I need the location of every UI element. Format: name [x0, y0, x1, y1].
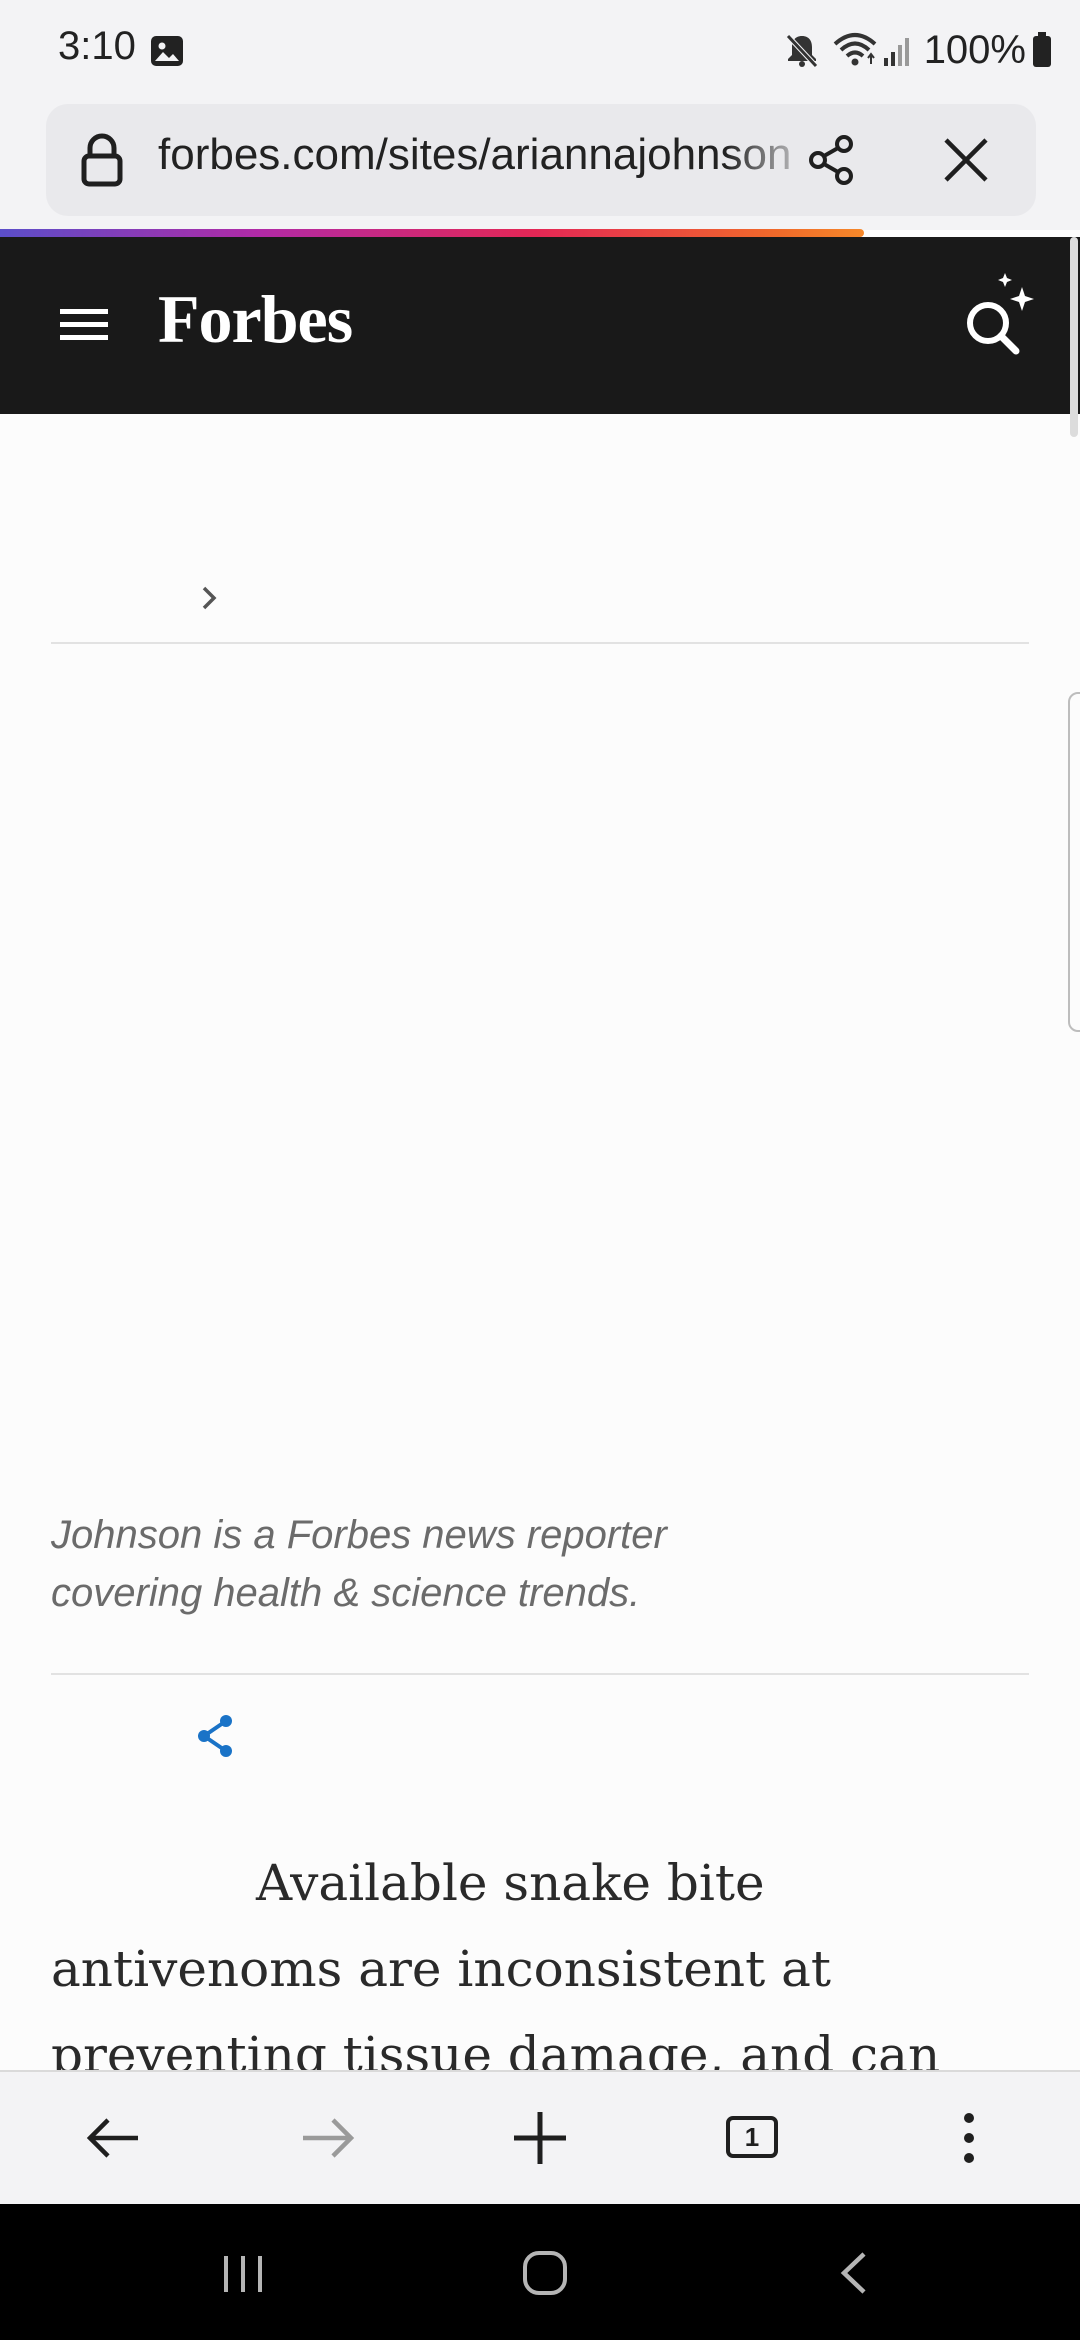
system-back-icon[interactable]: [830, 2248, 880, 2303]
chevron-right-icon[interactable]: [198, 580, 222, 621]
site-logo[interactable]: Forbes: [158, 280, 353, 359]
tabs-button[interactable]: 1: [726, 2116, 778, 2158]
status-time: 3:10: [58, 24, 136, 68]
status-bar: 3:10 100%: [0, 0, 1080, 100]
share-icon[interactable]: [194, 1712, 238, 1765]
recent-apps-icon[interactable]: [218, 2248, 268, 2303]
scrollbar[interactable]: [1070, 237, 1078, 437]
lock-icon[interactable]: [80, 132, 124, 193]
browser-toolbar: 1: [0, 2070, 1080, 2204]
back-icon[interactable]: [84, 2108, 144, 2173]
browser-address-area: forbes.com/sites/ariannajohnson: [0, 100, 1080, 230]
battery-percent: 100%: [923, 27, 1026, 72]
article-body: Available snake bite antivenoms are inco…: [51, 1854, 941, 2070]
divider: [51, 642, 1029, 644]
status-icons: 100%: [782, 22, 1052, 78]
author-bio: Johnson is a Forbes news reporter coveri…: [51, 1513, 667, 1615]
divider: [51, 1673, 1029, 1675]
gallery-icon: [150, 35, 184, 72]
share-icon[interactable]: [804, 132, 860, 193]
side-panel-handle[interactable]: [1068, 692, 1080, 1032]
wifi-icon: [832, 30, 878, 70]
site-header: Forbes: [0, 237, 1080, 414]
ai-search-icon[interactable]: [958, 273, 1038, 368]
menu-icon[interactable]: [58, 305, 110, 350]
new-tab-icon[interactable]: [510, 2108, 570, 2173]
forward-icon[interactable]: [297, 2108, 357, 2173]
mute-icon: [782, 30, 822, 70]
battery-icon: [1032, 32, 1052, 68]
page-load-progress: [0, 229, 864, 237]
address-bar[interactable]: forbes.com/sites/ariannajohnson: [46, 104, 1036, 216]
more-options-icon[interactable]: [951, 2108, 987, 2173]
signal-icon: [882, 30, 914, 70]
system-nav-bar: [0, 2204, 1080, 2340]
close-icon[interactable]: [940, 134, 992, 191]
home-icon[interactable]: [520, 2248, 570, 2303]
url-text[interactable]: forbes.com/sites/ariannajohnson: [158, 130, 818, 180]
